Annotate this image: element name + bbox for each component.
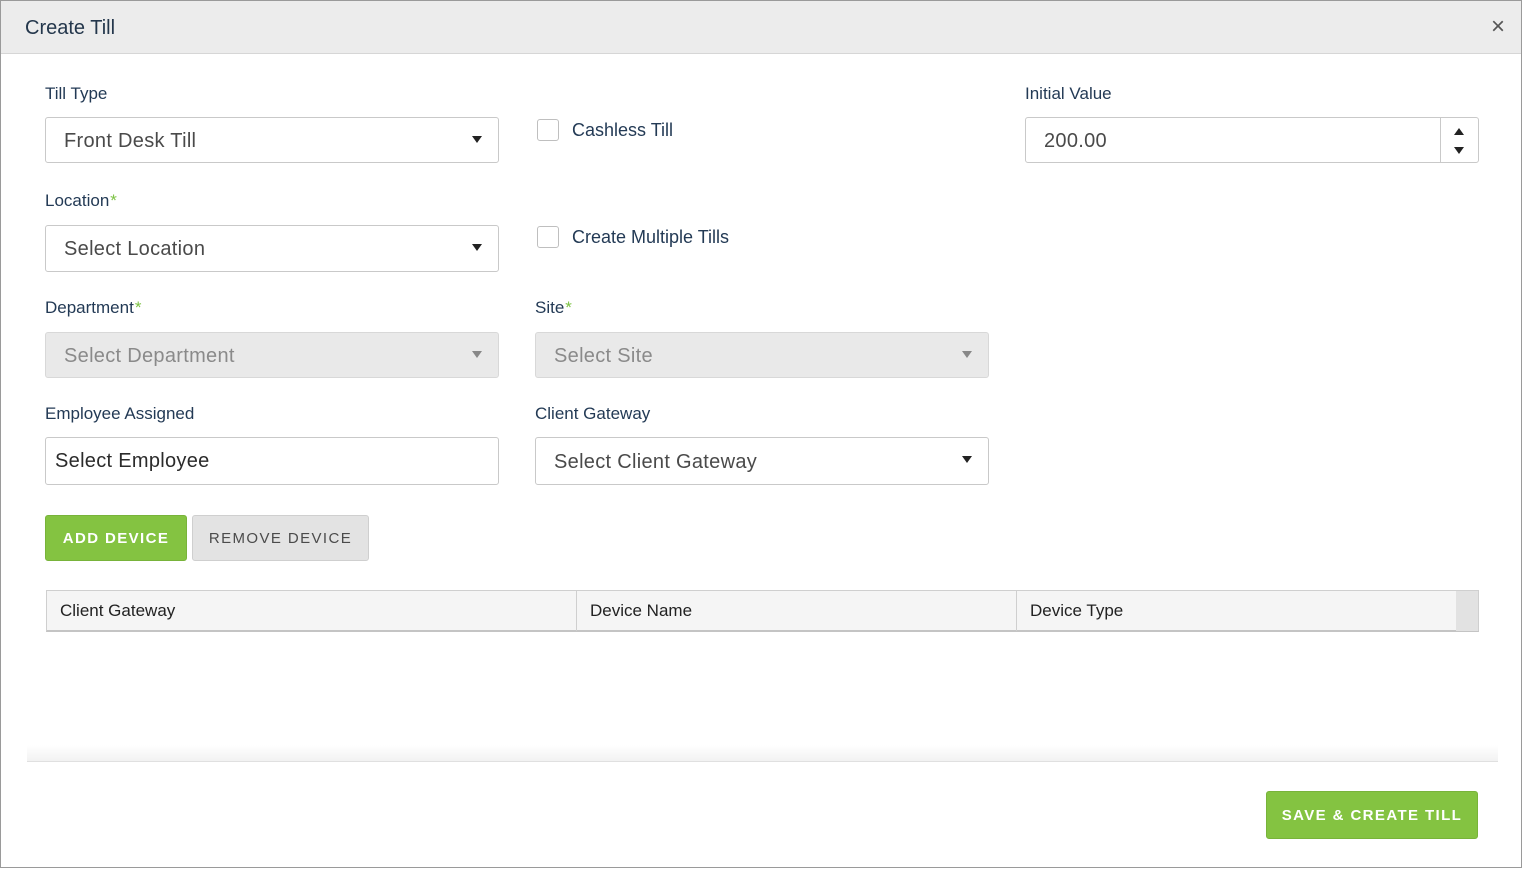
- initial-value-label: Initial Value: [1025, 84, 1112, 103]
- department-placeholder: Select Department: [64, 345, 235, 367]
- spin-up-icon[interactable]: [1454, 128, 1464, 135]
- chevron-down-icon: [962, 456, 972, 463]
- modal-header: Create Till ×: [1, 1, 1521, 54]
- spin-down-icon[interactable]: [1454, 147, 1464, 154]
- required-marker: *: [134, 298, 142, 317]
- number-spinner: [1440, 118, 1478, 162]
- footer-divider: [27, 745, 1498, 762]
- client-gateway-placeholder: Select Client Gateway: [554, 451, 758, 473]
- chevron-down-icon: [962, 351, 972, 358]
- location-label-text: Location: [45, 191, 110, 210]
- site-label-text: Site: [535, 298, 565, 317]
- chevron-down-icon: [472, 244, 482, 251]
- save-create-till-button[interactable]: SAVE & CREATE TILL: [1266, 791, 1478, 839]
- required-marker: *: [565, 298, 572, 317]
- department-label: Department*: [45, 298, 141, 318]
- add-device-button[interactable]: ADD DEVICE: [45, 515, 187, 561]
- cashless-till-label: Cashless Till: [572, 120, 674, 140]
- till-type-label: Till Type: [45, 84, 108, 103]
- site-label: Site*: [535, 298, 572, 318]
- employee-assigned-label: Employee Assigned: [45, 404, 195, 423]
- required-marker: *: [110, 191, 117, 210]
- department-select[interactable]: Select Department: [45, 332, 499, 378]
- initial-value-input[interactable]: 200.00: [1025, 117, 1479, 163]
- close-icon[interactable]: ×: [1491, 13, 1505, 41]
- site-placeholder: Select Site: [554, 345, 653, 367]
- client-gateway-label: Client Gateway: [535, 404, 651, 423]
- chevron-down-icon: [472, 136, 482, 143]
- device-table: Client Gateway Device Name Device Type: [46, 590, 1479, 632]
- client-gateway-select[interactable]: Select Client Gateway: [535, 437, 989, 485]
- column-header-device-type[interactable]: Device Type: [1017, 591, 1457, 631]
- cashless-till-checkbox[interactable]: [537, 119, 559, 141]
- column-header-device-name[interactable]: Device Name: [577, 591, 1017, 631]
- table-scrollbar[interactable]: [1456, 591, 1478, 631]
- remove-device-button[interactable]: REMOVE DEVICE: [192, 515, 369, 561]
- employee-placeholder: Select Employee: [55, 450, 210, 472]
- site-select[interactable]: Select Site: [535, 332, 989, 378]
- create-multiple-tills-checkbox[interactable]: [537, 226, 559, 248]
- column-header-client-gateway[interactable]: Client Gateway: [47, 591, 577, 631]
- till-type-select[interactable]: Front Desk Till: [45, 117, 499, 163]
- location-label: Location*: [45, 191, 117, 211]
- chevron-down-icon: [472, 351, 482, 358]
- location-select[interactable]: Select Location: [45, 225, 499, 272]
- create-till-modal: Create Till × Till Type Front Desk Till …: [0, 0, 1522, 868]
- till-type-value: Front Desk Till: [64, 130, 197, 152]
- modal-title: Create Till: [25, 17, 116, 39]
- create-multiple-tills-label: Create Multiple Tills: [572, 227, 730, 247]
- location-placeholder: Select Location: [64, 238, 206, 260]
- department-label-text: Department: [45, 298, 134, 317]
- employee-input[interactable]: Select Employee: [45, 437, 499, 485]
- initial-value-text: 200.00: [1044, 130, 1107, 152]
